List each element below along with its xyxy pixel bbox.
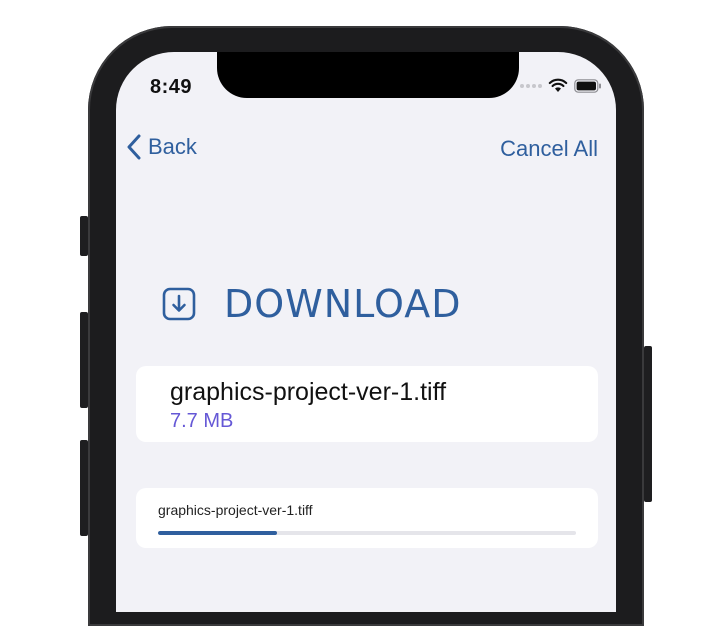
volume-up-button bbox=[80, 312, 88, 408]
download-progress-card: graphics-project-ver-1.tiff bbox=[136, 488, 598, 548]
power-button bbox=[644, 346, 652, 502]
progress-file-name: graphics-project-ver-1.tiff bbox=[158, 502, 313, 518]
battery-icon bbox=[574, 78, 601, 93]
page-heading: DOWNLOAD bbox=[162, 282, 461, 326]
screen: 8:49 Back Cancel All DOWNLOAD graphics-p… bbox=[116, 52, 616, 612]
status-indicators bbox=[520, 78, 602, 93]
signal-icon bbox=[520, 83, 542, 88]
back-button[interactable]: Back bbox=[126, 134, 197, 160]
progress-bar-fill bbox=[158, 531, 278, 535]
volume-down-button bbox=[80, 440, 88, 536]
page-title: DOWNLOAD bbox=[224, 282, 462, 326]
progress-bar bbox=[158, 531, 576, 535]
back-label: Back bbox=[148, 134, 197, 159]
wifi-icon bbox=[548, 78, 568, 92]
status-time: 8:49 bbox=[150, 76, 193, 98]
file-info-card: graphics-project-ver-1.tiff 7.7 MB bbox=[136, 366, 598, 442]
file-size: 7.7 MB bbox=[170, 410, 234, 432]
chevron-left-icon bbox=[127, 134, 141, 160]
mute-switch bbox=[80, 216, 88, 256]
file-name: graphics-project-ver-1.tiff bbox=[170, 378, 447, 406]
download-box-icon bbox=[162, 287, 196, 321]
cancel-all-button[interactable]: Cancel All bbox=[500, 136, 598, 162]
notch bbox=[217, 52, 519, 98]
